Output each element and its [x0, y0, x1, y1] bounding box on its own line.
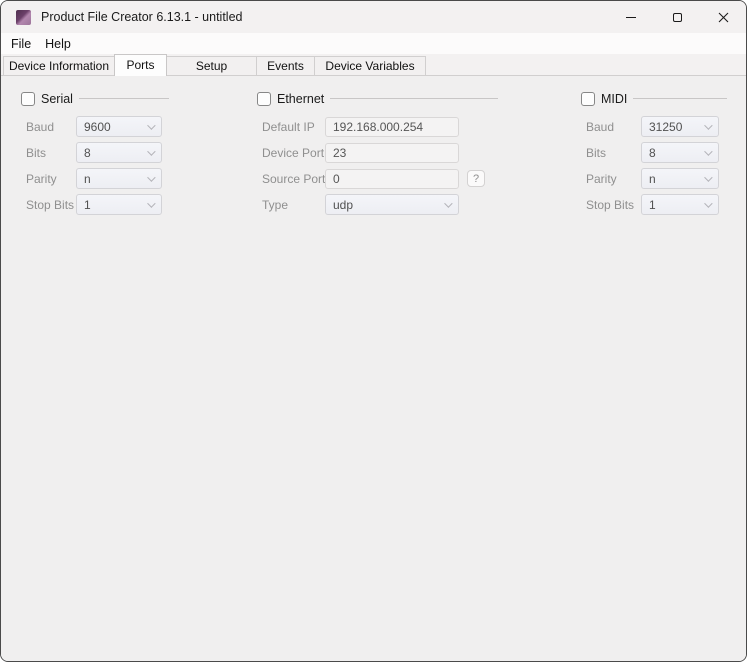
ethernet-source-port-input[interactable] [325, 169, 459, 189]
ethernet-default-ip-label: Default IP [262, 120, 325, 134]
window-controls [608, 1, 746, 33]
serial-bits-row: Bits 8 [21, 142, 169, 163]
midi-baud-select[interactable]: 31250 [641, 116, 719, 137]
serial-stop-bits-select[interactable]: 1 [76, 194, 162, 215]
menu-file[interactable]: File [4, 37, 38, 51]
serial-bits-select[interactable]: 8 [76, 142, 162, 163]
chevron-down-icon [147, 199, 155, 207]
serial-baud-value: 9600 [84, 120, 111, 134]
chevron-down-icon [147, 121, 155, 129]
midi-group-header: MIDI [581, 91, 727, 106]
ethernet-enable-checkbox[interactable] [257, 92, 271, 106]
serial-parity-value: n [84, 172, 91, 186]
serial-parity-select[interactable]: n [76, 168, 162, 189]
midi-parity-value: n [649, 172, 656, 186]
midi-stop-bits-select[interactable]: 1 [641, 194, 719, 215]
chevron-down-icon [147, 173, 155, 181]
ethernet-type-value: udp [333, 198, 353, 212]
serial-group-title: Serial [41, 92, 73, 106]
chevron-down-icon [704, 147, 712, 155]
tab-setup-messages[interactable]: Setup Messages [166, 56, 257, 75]
midi-group-divider [633, 98, 727, 99]
midi-enable-checkbox[interactable] [581, 92, 595, 106]
chevron-down-icon [444, 199, 452, 207]
tab-device-variables[interactable]: Device Variables [314, 56, 426, 75]
midi-parity-select[interactable]: n [641, 168, 719, 189]
source-port-help-button[interactable]: ? [467, 170, 485, 187]
menu-help[interactable]: Help [38, 37, 78, 51]
ethernet-source-port-label: Source Port [262, 172, 325, 186]
midi-bits-row: Bits 8 [581, 142, 727, 163]
ethernet-source-port-row: Source Port ? [257, 168, 498, 189]
app-window: Product File Creator 6.13.1 - untitled F… [0, 0, 747, 662]
serial-baud-select[interactable]: 9600 [76, 116, 162, 137]
minimize-icon [626, 17, 636, 18]
app-icon [16, 10, 31, 25]
serial-stop-bits-label: Stop Bits [26, 198, 76, 212]
ports-tab-panel: Serial Baud 9600 Bits 8 [1, 76, 746, 661]
midi-stop-bits-value: 1 [649, 198, 656, 212]
midi-baud-label: Baud [586, 120, 641, 134]
midi-baud-value: 31250 [649, 120, 682, 134]
ethernet-type-row: Type udp [257, 194, 498, 215]
serial-baud-label: Baud [26, 120, 76, 134]
midi-stop-bits-row: Stop Bits 1 [581, 194, 727, 215]
midi-baud-row: Baud 31250 [581, 116, 727, 137]
ethernet-device-port-label: Device Port [262, 146, 325, 160]
midi-parity-label: Parity [586, 172, 641, 186]
midi-stop-bits-label: Stop Bits [586, 198, 641, 212]
tab-events[interactable]: Events [256, 56, 315, 75]
ethernet-group-header: Ethernet [257, 91, 498, 106]
ethernet-device-port-input[interactable] [325, 143, 459, 163]
serial-group-divider [79, 98, 169, 99]
midi-bits-label: Bits [586, 146, 641, 160]
ethernet-default-ip-row: Default IP [257, 116, 498, 137]
midi-group: MIDI Baud 31250 Bits 8 [581, 91, 727, 215]
ethernet-type-label: Type [262, 198, 325, 212]
chevron-down-icon [704, 173, 712, 181]
ethernet-group-divider [330, 98, 498, 99]
midi-parity-row: Parity n [581, 168, 727, 189]
menu-bar: File Help [1, 33, 746, 54]
chevron-down-icon [704, 121, 712, 129]
close-icon [718, 12, 729, 23]
ethernet-group-title: Ethernet [277, 92, 324, 106]
serial-stop-bits-value: 1 [84, 198, 91, 212]
chevron-down-icon [704, 199, 712, 207]
minimize-button[interactable] [608, 1, 654, 33]
serial-stop-bits-row: Stop Bits 1 [21, 194, 169, 215]
ethernet-group: Ethernet Default IP Device Port Source P… [257, 91, 498, 215]
ethernet-device-port-row: Device Port [257, 142, 498, 163]
serial-group: Serial Baud 9600 Bits 8 [21, 91, 169, 215]
close-button[interactable] [700, 1, 746, 33]
serial-enable-checkbox[interactable] [21, 92, 35, 106]
window-title: Product File Creator 6.13.1 - untitled [41, 10, 243, 24]
maximize-icon [673, 13, 682, 22]
tab-ports[interactable]: Ports [114, 54, 167, 76]
ethernet-type-select[interactable]: udp [325, 194, 459, 215]
title-bar: Product File Creator 6.13.1 - untitled [1, 1, 746, 33]
midi-bits-select[interactable]: 8 [641, 142, 719, 163]
serial-parity-label: Parity [26, 172, 76, 186]
tab-device-information[interactable]: Device Information [3, 56, 115, 75]
ethernet-default-ip-input[interactable] [325, 117, 459, 137]
midi-bits-value: 8 [649, 146, 656, 160]
maximize-button[interactable] [654, 1, 700, 33]
tab-strip: Device Information Ports Setup Messages … [1, 54, 746, 76]
serial-bits-label: Bits [26, 146, 76, 160]
serial-parity-row: Parity n [21, 168, 169, 189]
serial-bits-value: 8 [84, 146, 91, 160]
chevron-down-icon [147, 147, 155, 155]
serial-group-header: Serial [21, 91, 169, 106]
serial-baud-row: Baud 9600 [21, 116, 169, 137]
midi-group-title: MIDI [601, 92, 627, 106]
